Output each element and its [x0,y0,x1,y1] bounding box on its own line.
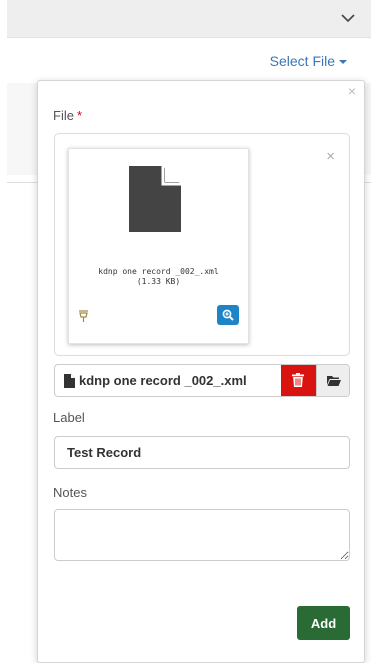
file-icon [129,166,181,232]
upload-file-popover: × File * × kdnp one record _002_.xml (1.3… [37,80,365,663]
file-field-label: File * [53,108,82,123]
trash-icon [292,373,304,387]
caret-down-icon [339,60,347,65]
preview-close-icon[interactable]: × [326,149,335,164]
popover-close-icon[interactable]: × [348,84,356,98]
file-drop-zone[interactable]: × kdnp one record _002_.xml (1.33 KB) [54,133,350,356]
folder-open-icon [327,376,341,386]
zoom-in-icon [222,309,234,321]
select-file-dropdown[interactable]: Select File [270,53,347,69]
zoom-preview-button[interactable] [217,305,239,325]
browse-file-button[interactable] [316,365,349,396]
preview-file-size: (1.33 KB) [136,277,181,286]
file-preview-thumbnail: kdnp one record _002_.xml (1.33 KB) [68,148,249,344]
chevron-down-icon[interactable] [341,13,355,23]
label-input[interactable] [54,436,350,469]
file-label-text: File [53,108,74,123]
label-field-label: Label [53,410,85,425]
file-small-icon [64,374,75,388]
select-file-label: Select File [269,53,335,69]
preview-file-name: kdnp one record _002_.xml [98,267,219,276]
top-bar [7,0,371,38]
notes-textarea[interactable] [54,509,350,561]
drag-handle-icon[interactable] [77,310,90,323]
required-mark: * [76,108,83,123]
notes-field-label: Notes [53,485,87,500]
add-button[interactable]: Add [297,606,350,640]
selected-file-name: kdnp one record _002_.xml [79,373,247,388]
selected-file-input[interactable]: kdnp one record _002_.xml [54,364,350,397]
remove-file-button[interactable] [281,365,316,396]
